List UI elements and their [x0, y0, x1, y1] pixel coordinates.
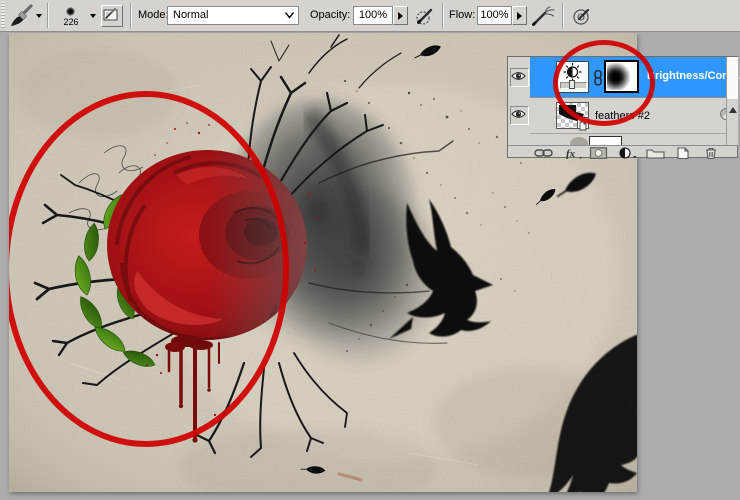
- mode-select[interactable]: Normal: [167, 6, 299, 25]
- new-group-button[interactable]: [646, 146, 665, 159]
- airbrush-toggle-icon[interactable]: [532, 5, 556, 27]
- layer-visibility-toggle[interactable]: [510, 68, 529, 87]
- photoshop-window: 226 Mode: Normal Opacity: 100% Flow: 100…: [0, 0, 740, 500]
- tablet-size-pressure-icon[interactable]: [571, 5, 593, 27]
- right-arrow-icon: [398, 12, 403, 20]
- brushes-palette-icon: [103, 8, 118, 21]
- visibility-column: [508, 57, 531, 145]
- brush-preset-arrow-icon[interactable]: [90, 14, 96, 18]
- annotation-ellipse-mask: [553, 40, 655, 126]
- flow-label: Flow:: [449, 9, 476, 21]
- opacity-slider-button[interactable]: [393, 6, 408, 25]
- layers-scrollbar[interactable]: [726, 57, 738, 145]
- brush-size-value[interactable]: 226: [56, 17, 86, 27]
- mode-value: Normal: [173, 9, 209, 21]
- separator: [442, 3, 443, 28]
- scroll-up-icon[interactable]: [729, 107, 737, 113]
- options-bar-grip[interactable]: [1, 2, 5, 28]
- eye-icon: [511, 110, 526, 118]
- link-layers-button[interactable]: [534, 146, 554, 158]
- brush-tip-preview-icon[interactable]: [66, 7, 75, 16]
- separator: [47, 3, 48, 28]
- toggle-brushes-palette-button[interactable]: [101, 5, 123, 27]
- eye-icon: [511, 72, 526, 80]
- chevron-down-icon: [285, 12, 294, 19]
- layers-panel-toolbar: fx: [508, 145, 737, 160]
- tablet-opacity-pressure-icon[interactable]: [414, 5, 436, 27]
- flow-input[interactable]: 100%: [477, 6, 512, 25]
- mode-label: Mode:: [138, 9, 169, 21]
- opacity-input[interactable]: 100%: [353, 6, 393, 25]
- separator: [562, 3, 563, 28]
- new-layer-button[interactable]: [675, 146, 691, 160]
- options-bar: 226 Mode: Normal Opacity: 100% Flow: 100…: [0, 0, 740, 32]
- layer-styles-button[interactable]: fx: [565, 146, 585, 160]
- separator: [130, 3, 131, 28]
- add-layer-mask-button[interactable]: [589, 146, 609, 159]
- svg-text:fx: fx: [566, 148, 576, 159]
- tool-preset-arrow-icon[interactable]: [36, 14, 42, 18]
- opacity-label: Opacity:: [310, 9, 351, 21]
- brush-tool-icon[interactable]: [8, 4, 34, 28]
- layer-visibility-toggle[interactable]: [510, 106, 529, 125]
- flow-slider-button[interactable]: [512, 6, 527, 25]
- delete-layer-button[interactable]: [704, 146, 718, 160]
- right-arrow-icon: [517, 12, 522, 20]
- new-adjustment-layer-button[interactable]: [618, 146, 638, 159]
- scrollbar-thumb[interactable]: [727, 57, 738, 99]
